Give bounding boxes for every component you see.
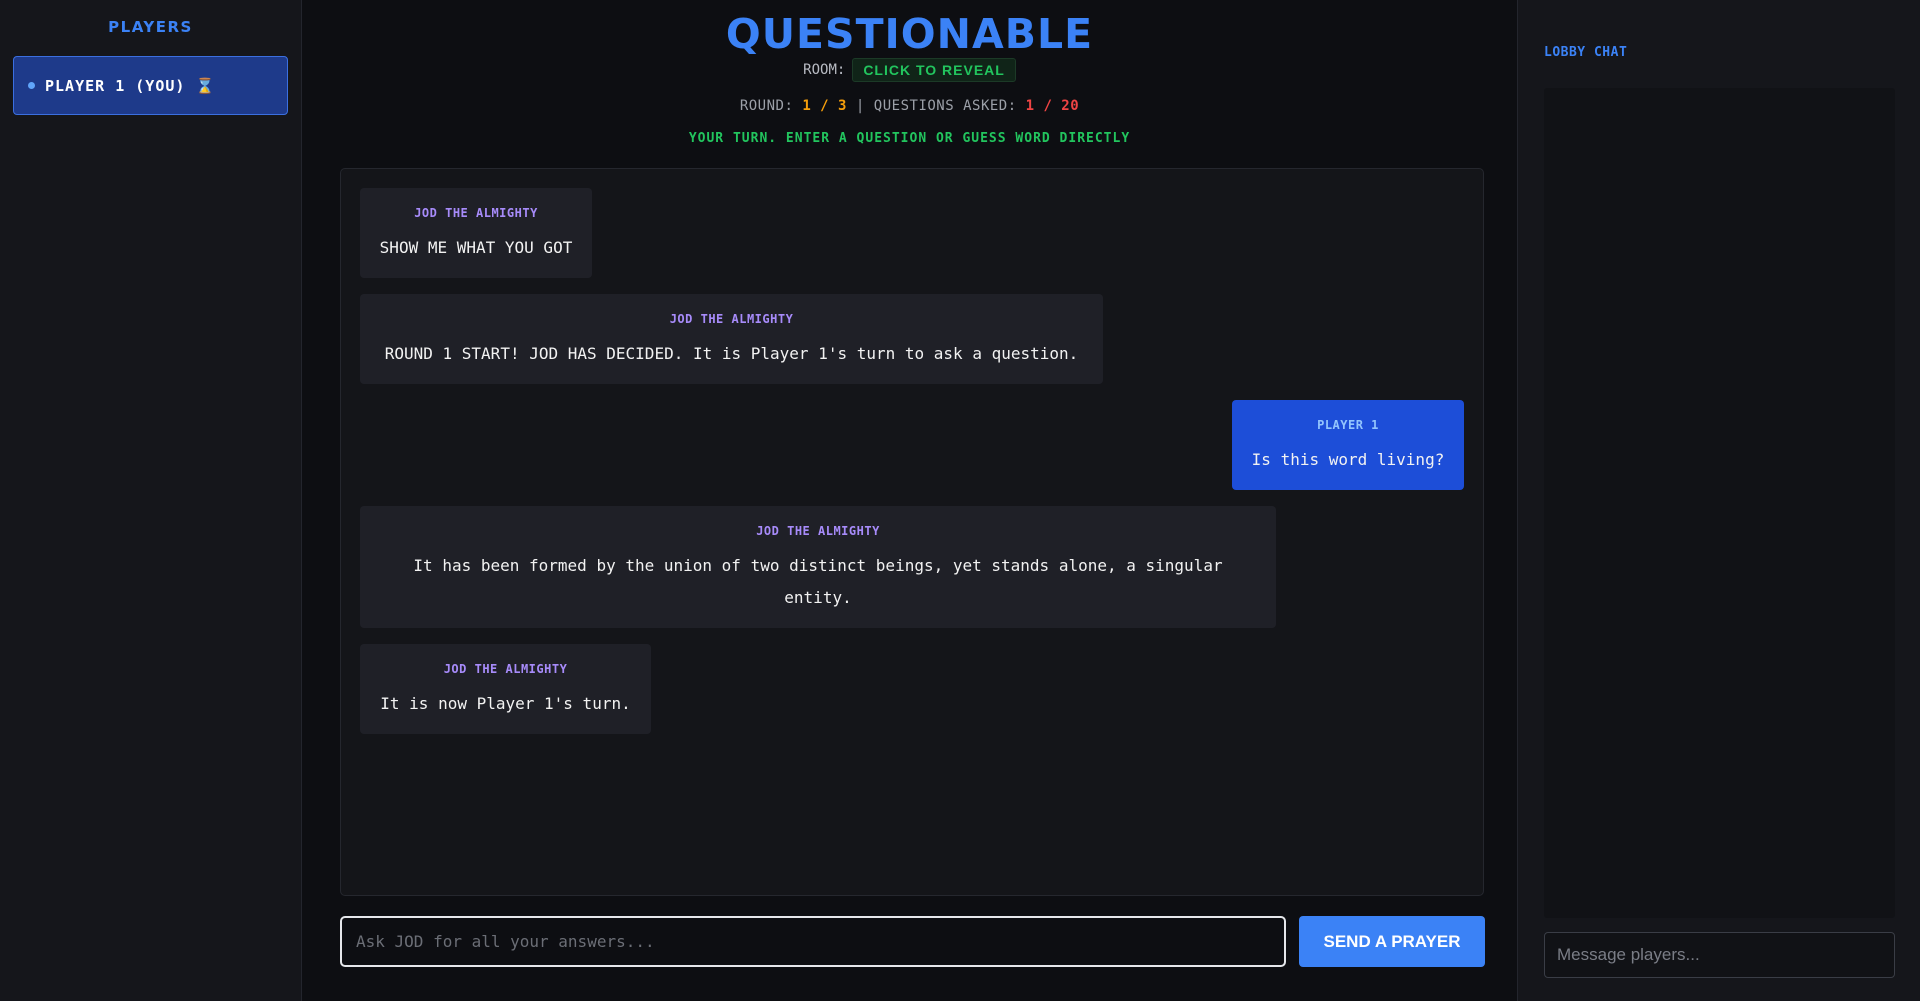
round-value: 1 / 3 (802, 98, 847, 114)
chat-message: JOD THE ALMIGHTY ROUND 1 START! JOD HAS … (360, 294, 1103, 384)
message-text: ROUND 1 START! JOD HAS DECIDED. It is Pl… (384, 344, 1079, 363)
player-name: PLAYER 1 (YOU) (45, 76, 186, 95)
message-text: SHOW ME WHAT YOU GOT (379, 238, 573, 257)
lobby-sidebar: LOBBY CHAT (1517, 0, 1920, 1001)
players-title: PLAYERS (108, 18, 193, 36)
room-label: ROOM: (803, 62, 846, 78)
message-author: JOD THE ALMIGHTY (443, 662, 568, 676)
reveal-room-button[interactable]: CLICK TO REVEAL (852, 58, 1016, 82)
game-area: QUESTIONABLE ROOM: CLICK TO REVEAL ROUND… (302, 0, 1517, 1001)
room-row: ROOM: CLICK TO REVEAL (302, 58, 1517, 82)
message-author: JOD THE ALMIGHTY (414, 206, 538, 220)
hourglass-icon: ⌛ (195, 76, 216, 95)
players-sidebar: PLAYERS PLAYER 1 (YOU) ⌛ (0, 0, 302, 1001)
player-item-1[interactable]: PLAYER 1 (YOU) ⌛ (13, 56, 288, 115)
game-title: QUESTIONABLE (725, 10, 1094, 58)
chat-message: JOD THE ALMIGHTY It is now Player 1's tu… (360, 644, 651, 734)
questions-label: QUESTIONS ASKED: (873, 98, 1017, 114)
lobby-chat-title: LOBBY CHAT (1544, 45, 1628, 60)
online-dot-icon (28, 82, 35, 89)
questions-value: 1 / 20 (1025, 98, 1080, 114)
chat-message-own: PLAYER 1 Is this word living? (1232, 400, 1464, 490)
message-text: Is this word living? (1251, 450, 1445, 469)
turn-status: YOUR TURN. ENTER A QUESTION OR GUESS WOR… (688, 131, 1131, 146)
lobby-message-input[interactable] (1544, 932, 1895, 978)
stats-separator: | (855, 98, 865, 114)
round-label: ROUND: (739, 98, 794, 114)
chat-message: JOD THE ALMIGHTY It has been formed by t… (360, 506, 1276, 628)
game-chat-panel[interactable]: JOD THE ALMIGHTY SHOW ME WHAT YOU GOT JO… (340, 168, 1484, 896)
message-author: JOD THE ALMIGHTY (669, 312, 794, 326)
message-author: JOD THE ALMIGHTY (756, 524, 880, 538)
question-input[interactable] (340, 916, 1286, 967)
lobby-messages[interactable] (1544, 88, 1895, 918)
game-stats: ROUND: 1 / 3 | QUESTIONS ASKED: 1 / 20 (302, 98, 1517, 114)
send-prayer-button[interactable]: SEND A PRAYER (1299, 916, 1485, 967)
app-root: PLAYERS PLAYER 1 (YOU) ⌛ QUESTIONABLE RO… (0, 0, 1920, 1001)
composer: SEND A PRAYER (340, 916, 1485, 967)
message-author: PLAYER 1 (1317, 418, 1379, 432)
message-text: It has been formed by the union of two d… (413, 556, 1223, 607)
chat-message: JOD THE ALMIGHTY SHOW ME WHAT YOU GOT (360, 188, 592, 278)
message-text: It is now Player 1's turn. (380, 694, 631, 713)
